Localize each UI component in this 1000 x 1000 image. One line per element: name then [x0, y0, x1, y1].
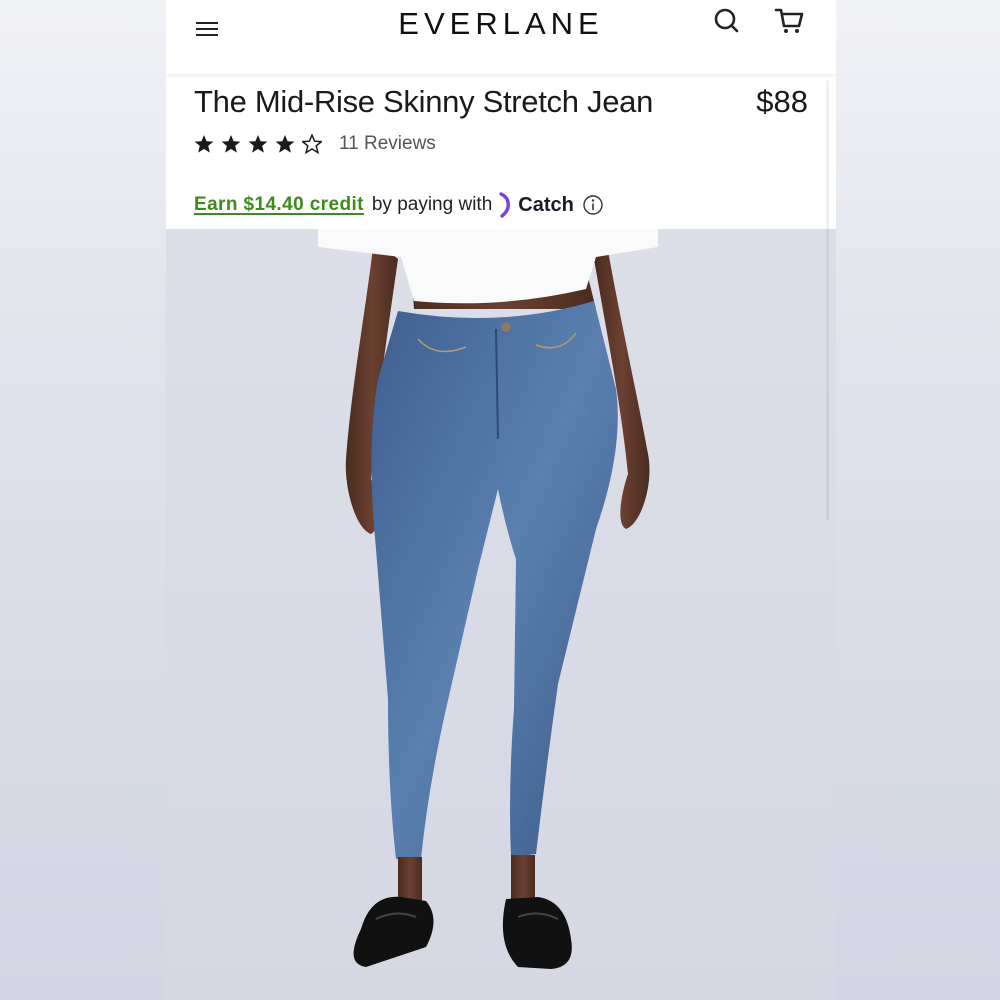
catch-name: Catch	[518, 193, 574, 216]
product-image[interactable]	[166, 229, 836, 1000]
earn-credit-link[interactable]: Earn $14.40 credit	[194, 194, 364, 216]
star-filled-icon	[248, 135, 268, 153]
star-filled-icon	[275, 135, 295, 153]
star-rating[interactable]: 11 Reviews	[194, 132, 436, 156]
product-page: EVERLANE The Mid-Rise Skinny Stretch Jea…	[166, 0, 836, 1000]
scrollbar[interactable]	[826, 80, 829, 520]
cart-icon[interactable]	[773, 6, 805, 36]
catch-logo: Catch	[498, 192, 574, 218]
star-outline-icon	[302, 134, 322, 154]
star-filled-icon	[194, 135, 214, 153]
top-nav-bar: EVERLANE	[166, 0, 836, 74]
search-icon[interactable]	[712, 6, 742, 36]
stars-container	[194, 134, 329, 154]
background-blur-right	[836, 0, 1000, 1000]
reviews-link[interactable]: 11 Reviews	[339, 133, 436, 155]
catch-credit-banner: Earn $14.40 credit by paying with Catch	[194, 192, 604, 218]
background-blur-left	[0, 0, 166, 1000]
paying-with-text: by paying with	[371, 194, 493, 215]
product-price: $88	[756, 84, 808, 119]
model-wearing-jeans-illustration	[318, 229, 658, 969]
info-icon[interactable]	[582, 194, 604, 216]
catch-logo-icon	[499, 192, 511, 218]
product-title: The Mid-Rise Skinny Stretch Jean	[194, 84, 654, 119]
star-filled-icon	[221, 135, 241, 153]
